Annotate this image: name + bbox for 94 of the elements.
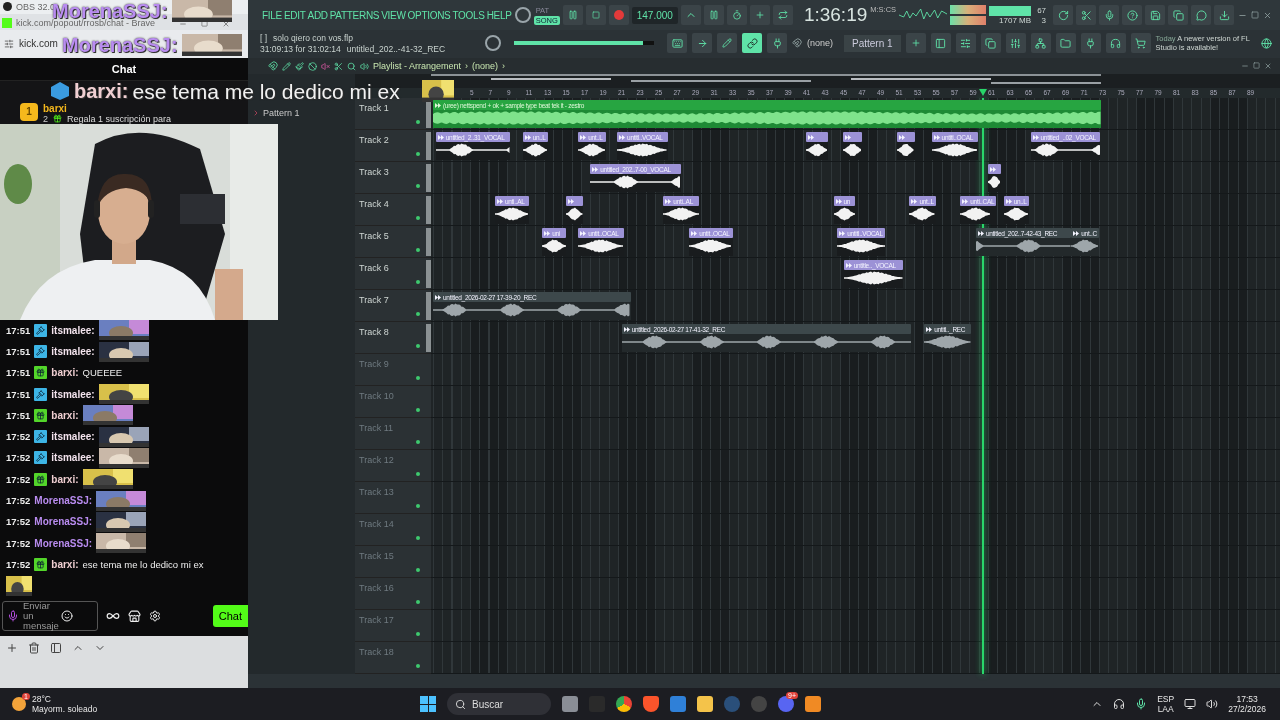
layout-text[interactable]: LAA <box>1157 704 1174 714</box>
track-name: Track 11 <box>359 423 393 434</box>
pattern-selector[interactable]: Pattern 1 <box>844 34 901 52</box>
username: MorenaSSJ: <box>34 495 93 507</box>
track-header[interactable]: Track 6 <box>355 258 431 290</box>
username: barxi: <box>51 558 79 570</box>
cpu-reading: 67 <box>1037 6 1047 15</box>
username: barxi: <box>51 473 79 485</box>
message-time: 17:51 <box>6 346 31 357</box>
rank-badge: 1 <box>20 102 38 121</box>
hint-text: untitled_202..-41-32_REC <box>346 43 446 54</box>
menu-item[interactable]: EDIT <box>283 9 306 21</box>
message-time: 17:51 <box>6 324 31 336</box>
menu-item[interactable]: ADD <box>307 9 328 21</box>
track-header[interactable]: Track 4 <box>355 194 431 226</box>
overlay-username: MorenaSSJ: <box>62 35 178 55</box>
window-title: kick.com/popout/rrosb/chat - Brave <box>16 17 156 28</box>
track-name: Track 12 <box>359 455 394 466</box>
message-time: 17:52 <box>6 473 31 485</box>
username: itsmalee: <box>51 346 95 357</box>
message-time: 17:52 <box>6 452 31 464</box>
tempo-field[interactable]: 147.000 <box>631 6 678 24</box>
message-time: 17:52 <box>6 558 31 570</box>
clock-time[interactable]: 17:53 <box>1236 694 1258 704</box>
track-header[interactable]: Track 1 <box>355 98 431 130</box>
menu-item[interactable]: FILE <box>262 9 282 21</box>
overlay-username: barxi: <box>74 81 129 101</box>
message-time: 17:52 <box>6 537 31 549</box>
memory-reading: 1707 MB <box>998 15 1032 25</box>
chat-button[interactable]: Chat <box>212 605 248 628</box>
temperature: 28°C <box>32 694 52 704</box>
message-time: 17:51 <box>6 388 31 400</box>
message-field[interactable]: Enviar un mensaje <box>2 601 98 632</box>
song-time: 1:36:19 <box>803 4 868 26</box>
language-text[interactable]: ESP <box>1157 694 1175 704</box>
arrangement-selector[interactable]: (none) <box>472 61 499 71</box>
username: itsmalee: <box>51 388 95 400</box>
track-name: Track 1 <box>359 103 389 114</box>
username: itsmalee: <box>51 324 95 336</box>
pattern-item[interactable]: Pattern 1 <box>248 108 355 118</box>
project-time: 31:09:13 for 31:02:14 <box>260 43 341 54</box>
message-time: 17:52 <box>6 495 31 507</box>
track-header[interactable]: Track 5 <box>355 226 431 258</box>
track-name: Track 9 <box>359 359 389 370</box>
track-name: Track 8 <box>359 327 389 338</box>
menu-item[interactable]: PATTERNS <box>329 9 380 21</box>
message-time: 17:51 <box>6 367 31 379</box>
menu-item[interactable]: TOOLS <box>452 9 485 21</box>
clock-date[interactable]: 27/2/2026 <box>1228 704 1266 714</box>
track-name: Track 18 <box>359 647 394 658</box>
window-title: Playlist - Arrangement <box>373 61 462 71</box>
track-name: Track 13 <box>359 487 394 498</box>
track-header[interactable]: Track 7 <box>355 290 431 322</box>
username: barxi: <box>51 409 79 421</box>
search-field[interactable]: Buscar <box>447 693 551 715</box>
track-name: Track 14 <box>359 519 394 530</box>
track-name: Track 17 <box>359 615 394 626</box>
project-name: solo qiero con vos.flp <box>273 32 353 43</box>
track-name: Track 15 <box>359 551 394 562</box>
message-time: 17:52 <box>6 516 31 528</box>
pinned-text: Regala 1 suscripción para <box>67 113 172 124</box>
menu-item[interactable]: HELP <box>486 9 512 21</box>
track-name: Track 16 <box>359 583 394 594</box>
chat-title: Chat <box>111 62 137 75</box>
gift-count: 2 <box>43 113 48 124</box>
address-field[interactable]: kick.com <box>19 38 58 50</box>
track-header[interactable]: Track 3 <box>355 162 431 194</box>
track-name: Track 6 <box>359 263 389 274</box>
track-name: Track 2 <box>359 135 389 146</box>
message-text: ese tema me lo dedico mi ex <box>82 558 204 570</box>
track-name: Track 7 <box>359 295 389 306</box>
username: itsmalee: <box>51 452 95 464</box>
breadcrumb-separator: › <box>465 61 469 71</box>
menu-item[interactable]: VIEW <box>381 9 406 21</box>
track-header[interactable]: Track 2 <box>355 130 431 162</box>
username: barxi: <box>51 367 79 379</box>
message-text: QUEEEE <box>82 367 123 379</box>
project-marker: [ ] <box>260 32 268 43</box>
track-name: Track 10 <box>359 391 394 402</box>
username: barxi <box>43 102 67 114</box>
track-header[interactable]: Track 8 <box>355 322 431 354</box>
snap-selector[interactable]: (none) <box>807 38 833 48</box>
breadcrumb-separator: › <box>502 61 506 71</box>
username: MorenaSSJ: <box>34 516 93 528</box>
track-name: Track 4 <box>359 199 389 210</box>
message-time: 17:52 <box>6 431 31 443</box>
username: itsmalee: <box>51 431 95 443</box>
message-time: 17:51 <box>6 409 31 421</box>
track-name: Track 5 <box>359 231 389 242</box>
weather-text: Mayorm. soleado <box>32 704 98 714</box>
menu-item[interactable]: OPTIONS <box>407 9 451 21</box>
username: MorenaSSJ: <box>34 537 93 549</box>
polyphony-reading: 3 <box>1040 15 1047 25</box>
track-name: Track 3 <box>359 167 389 178</box>
